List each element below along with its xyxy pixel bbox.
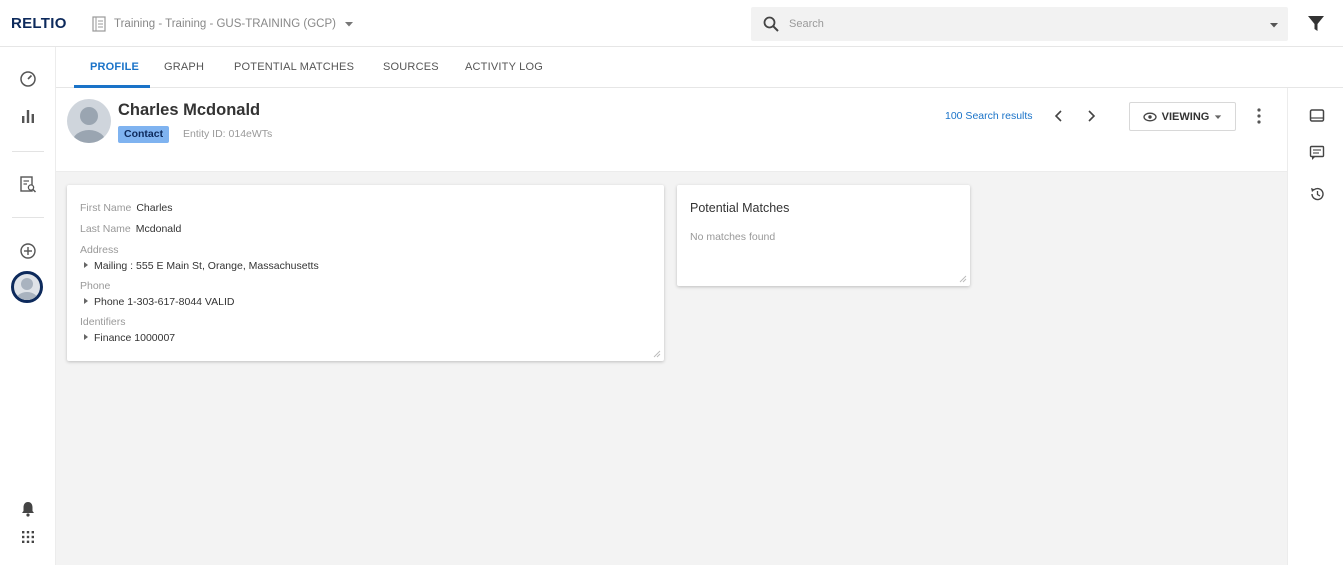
- profile-avatar[interactable]: [11, 271, 43, 303]
- tab-sources[interactable]: SOURCES: [383, 61, 439, 73]
- profile-tabs: PROFILE GRAPH POTENTIAL MATCHES SOURCES …: [56, 47, 1343, 88]
- global-search[interactable]: [751, 7, 1288, 41]
- tenant-label: Training - Training - GUS-TRAINING (GCP): [114, 18, 336, 30]
- address-label: Address: [80, 244, 119, 256]
- search-results-link[interactable]: 100 Search results: [945, 110, 1033, 122]
- address-item[interactable]: Mailing : 555 E Main St, Orange, Massach…: [84, 260, 319, 272]
- search-results-icon[interactable]: [18, 174, 38, 194]
- reltio-logo[interactable]: RELTIO: [11, 15, 67, 32]
- chevron-down-icon: [344, 22, 353, 27]
- rail-divider: [12, 151, 44, 152]
- filter-icon[interactable]: [1306, 13, 1326, 33]
- history-icon[interactable]: [1308, 185, 1326, 203]
- right-tool-rail: [1287, 88, 1343, 565]
- search-icon: [763, 16, 779, 32]
- tenant-selector[interactable]: Training - Training - GUS-TRAINING (GCP): [92, 13, 354, 35]
- tab-graph[interactable]: GRAPH: [164, 61, 204, 73]
- tab-activity-log[interactable]: ACTIVITY LOG: [465, 61, 543, 73]
- attributes-card: First Name Charles Last Name Mcdonald Addr…: [67, 185, 664, 361]
- first-name-row: First Name Charles: [80, 202, 173, 214]
- chevron-down-icon: [1215, 114, 1222, 119]
- dashboard-icon[interactable]: [18, 68, 38, 88]
- identifiers-value: Finance 1000007: [94, 332, 176, 344]
- chevron-right-icon[interactable]: [1084, 108, 1098, 124]
- last-name-label: Last Name: [80, 223, 131, 235]
- phone-label: Phone: [80, 280, 111, 292]
- entity-type-badge: Contact: [118, 126, 170, 143]
- phone-item[interactable]: Phone 1-303-617-8044 VALID: [84, 296, 235, 308]
- chevron-left-icon[interactable]: [1052, 108, 1066, 124]
- address-value: Mailing : 555 E Main St, Orange, Massach…: [94, 260, 319, 272]
- more-options-icon[interactable]: [1253, 106, 1265, 126]
- comments-icon[interactable]: [1308, 144, 1326, 162]
- eye-icon: [1143, 112, 1157, 121]
- search-dropdown-icon[interactable]: [1269, 20, 1279, 30]
- profile-content-area: First Name Charles Last Name Mcdonald Addr…: [56, 172, 1287, 565]
- entity-avatar: [67, 99, 111, 143]
- first-name-value: Charles: [136, 202, 173, 214]
- profile-header: Charles Mcdonald Contact Entity ID: 014e…: [56, 88, 1287, 172]
- viewing-label: VIEWING: [1161, 110, 1210, 123]
- top-bar: RELTIO Training - Training - GUS-TRAININ…: [0, 0, 1343, 47]
- no-matches-text: No matches found: [690, 231, 776, 243]
- user-silhouette-icon: [16, 278, 38, 300]
- entity-id: Entity ID: 014eWTs: [183, 128, 273, 140]
- inbox-icon[interactable]: [1308, 107, 1326, 125]
- add-icon[interactable]: [18, 241, 38, 261]
- phone-value: Phone 1-303-617-8044 VALID: [94, 296, 235, 308]
- apps-grid-icon[interactable]: [18, 527, 38, 547]
- resize-handle-icon[interactable]: [959, 275, 967, 283]
- analytics-icon[interactable]: [18, 106, 38, 126]
- viewing-mode-button[interactable]: VIEWING: [1129, 102, 1236, 131]
- identifiers-label: Identifiers: [80, 316, 126, 328]
- rail-divider: [12, 217, 44, 218]
- tenant-book-icon: [92, 16, 106, 32]
- entity-name: Charles Mcdonald: [118, 101, 261, 119]
- notifications-icon[interactable]: [18, 499, 38, 519]
- identifiers-item[interactable]: Finance 1000007: [84, 332, 175, 344]
- expand-arrow-icon: [84, 262, 88, 269]
- tab-profile[interactable]: PROFILE: [90, 61, 139, 73]
- left-navigation-rail: [0, 47, 56, 565]
- expand-arrow-icon: [84, 334, 88, 341]
- resize-handle-icon[interactable]: [653, 350, 661, 358]
- first-name-label: First Name: [80, 202, 132, 214]
- last-name-value: Mcdonald: [135, 223, 182, 235]
- last-name-row: Last Name Mcdonald: [80, 223, 181, 235]
- potential-matches-title: Potential Matches: [690, 201, 790, 215]
- expand-arrow-icon: [84, 298, 88, 305]
- search-input[interactable]: [789, 15, 1229, 33]
- user-silhouette-icon: [72, 107, 106, 143]
- potential-matches-card: Potential Matches No matches found: [677, 185, 970, 286]
- tab-potential-matches[interactable]: POTENTIAL MATCHES: [234, 61, 354, 73]
